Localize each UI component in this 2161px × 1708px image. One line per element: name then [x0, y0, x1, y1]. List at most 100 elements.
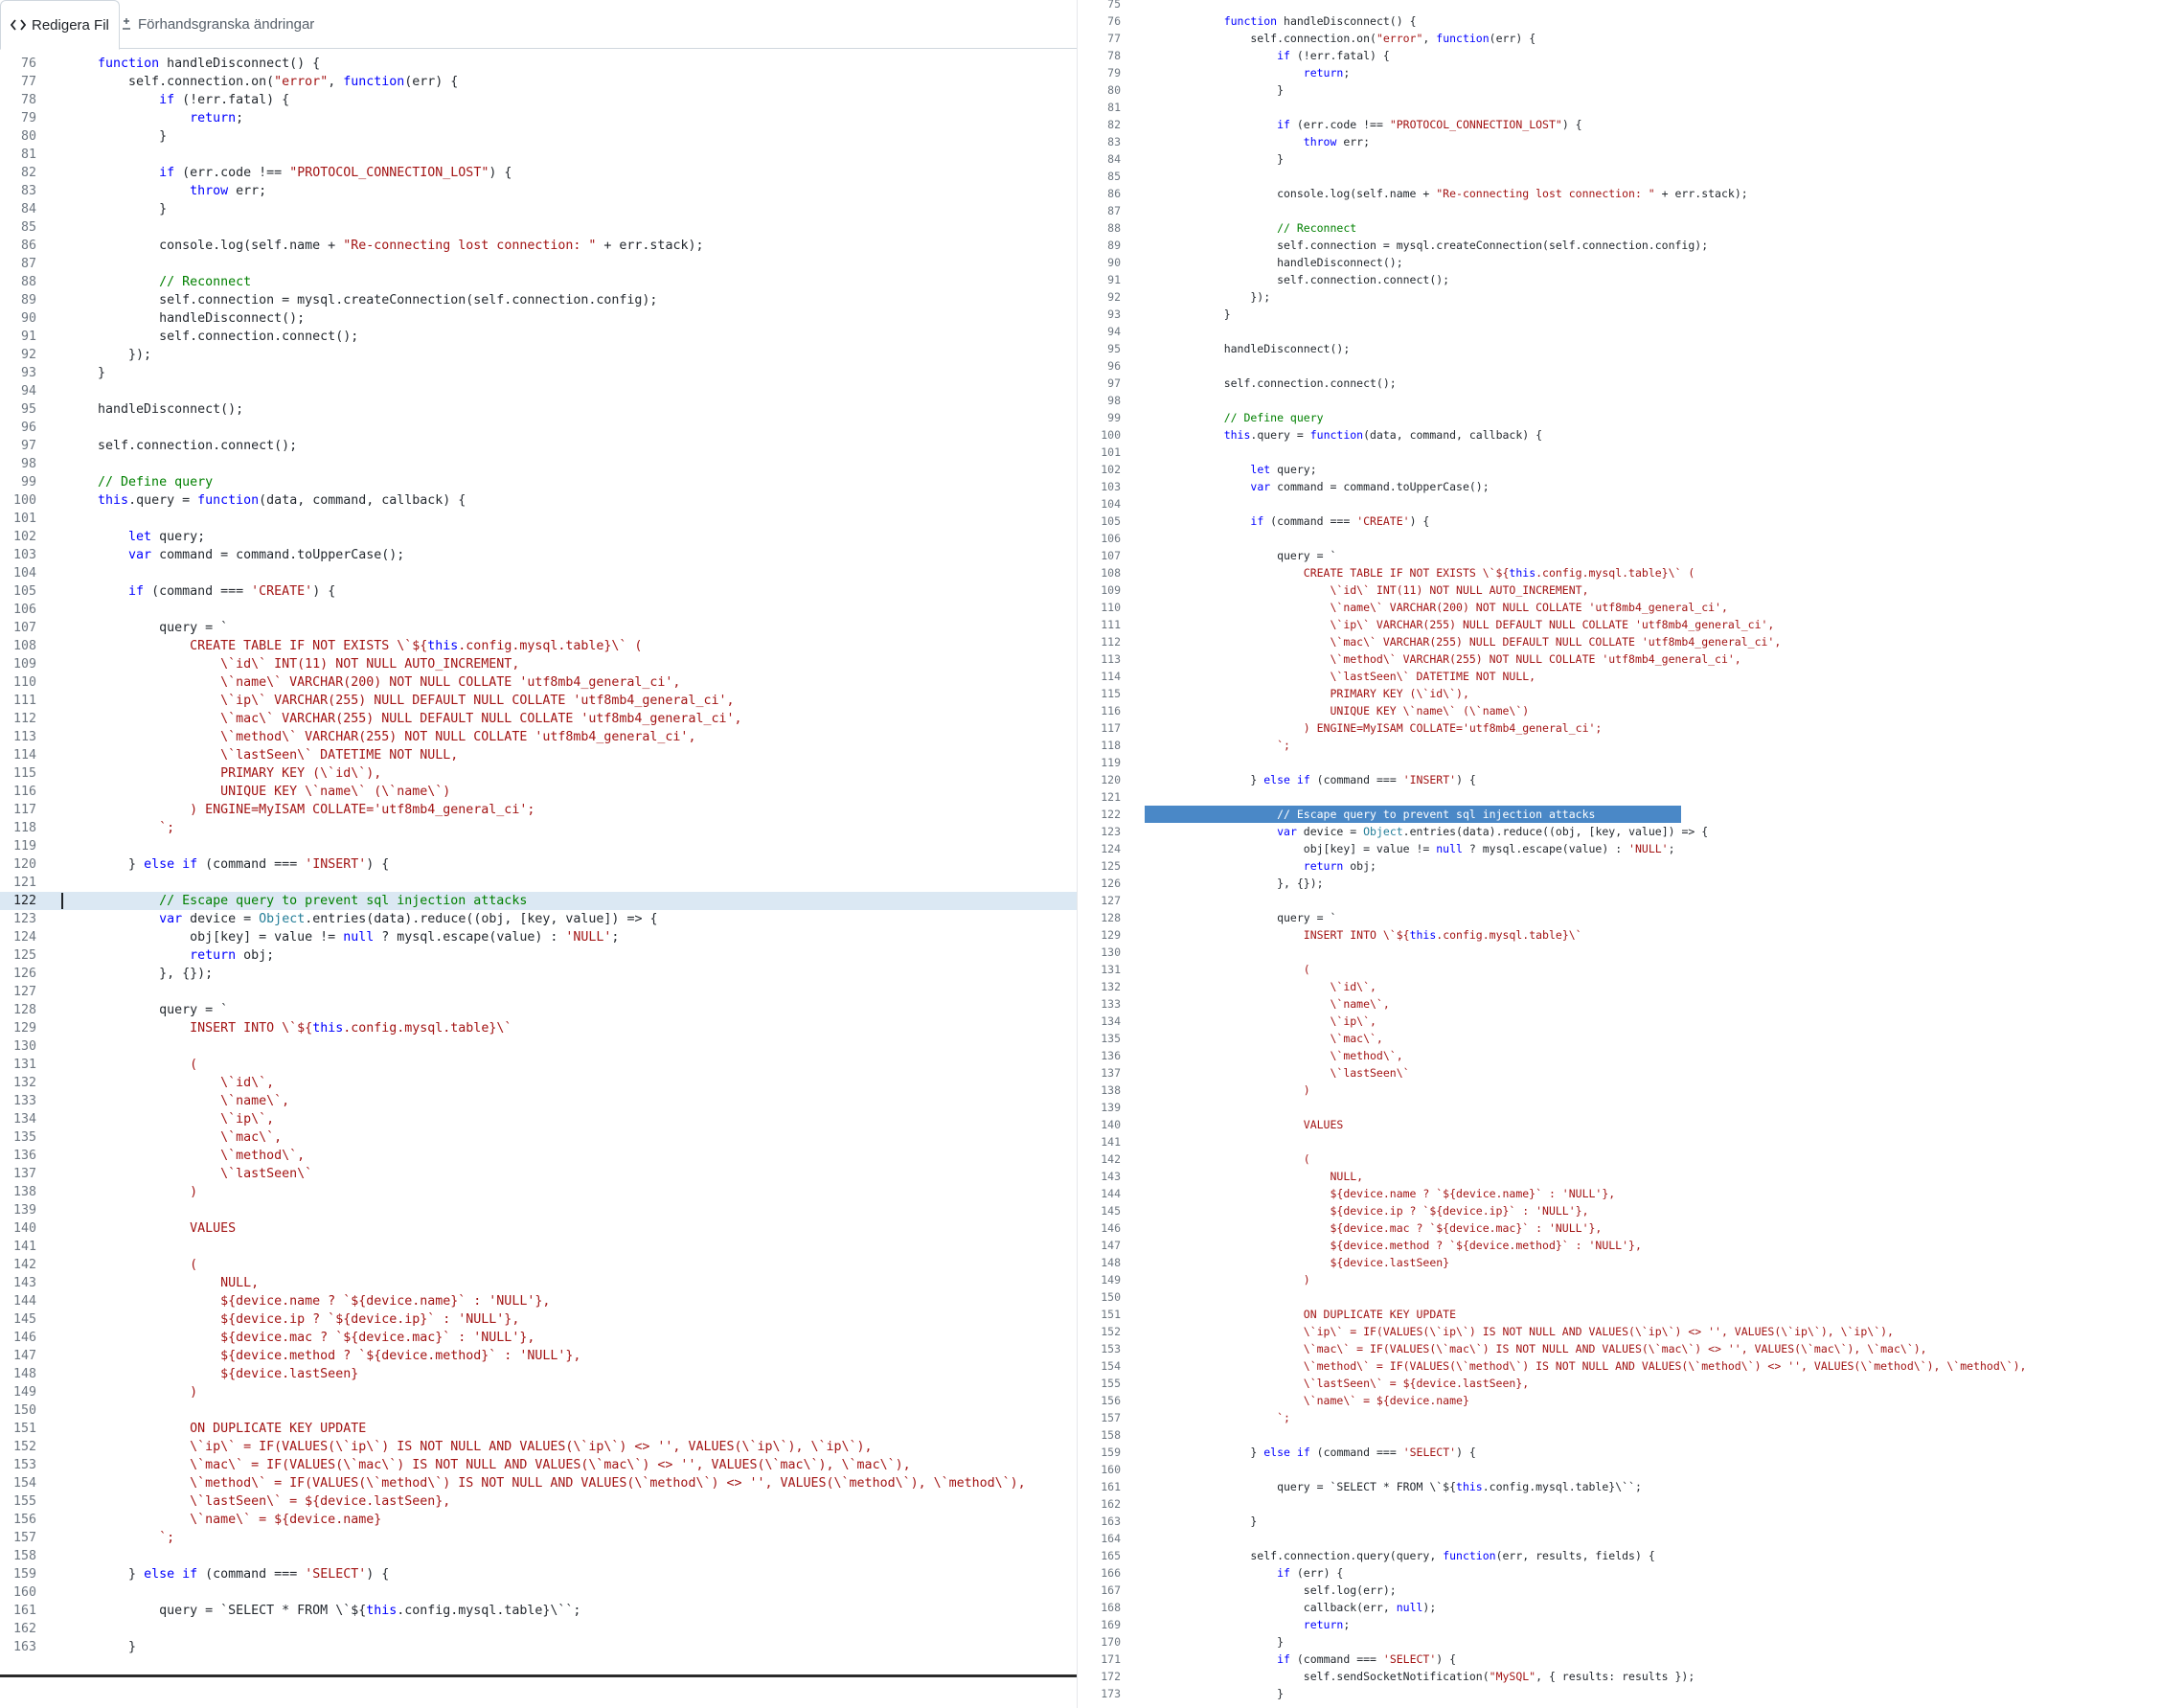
preview-line[interactable]: 136 \`method\`,	[1080, 1047, 2161, 1064]
code-editor[interactable]: 74 var self = this;7576 function handleD…	[0, 49, 1077, 1674]
preview-line[interactable]: 152 \`ip\` = IF(VALUES(\`ip\`) IS NOT NU…	[1080, 1323, 2161, 1340]
code-line[interactable]: 158	[0, 1547, 1077, 1565]
preview-line[interactable]: 132 \`id\`,	[1080, 978, 2161, 995]
preview-line[interactable]: 131 (	[1080, 961, 2161, 978]
code-line[interactable]: 76 function handleDisconnect() {	[0, 55, 1077, 73]
code-line[interactable]: 132 \`id\`,	[0, 1074, 1077, 1092]
tab-preview-changes[interactable]: Förhandsgranska ändringar	[121, 0, 314, 48]
preview-line[interactable]: 81	[1080, 99, 2161, 116]
preview-line[interactable]: 108 CREATE TABLE IF NOT EXISTS \`${this.…	[1080, 564, 2161, 581]
code-line[interactable]: 123 var device = Object.entries(data).re…	[0, 910, 1077, 928]
code-line[interactable]: 82 if (err.code !== "PROTOCOL_CONNECTION…	[0, 164, 1077, 182]
preview-line[interactable]: 101	[1080, 444, 2161, 461]
code-line[interactable]: 163 }	[0, 1638, 1077, 1656]
code-line[interactable]: 141	[0, 1238, 1077, 1256]
code-line[interactable]: 149 )	[0, 1383, 1077, 1401]
code-line[interactable]: 138 )	[0, 1183, 1077, 1201]
preview-line[interactable]: 106	[1080, 530, 2161, 547]
preview-line[interactable]: 144 ${device.name ? `${device.name}` : '…	[1080, 1185, 2161, 1202]
code-line[interactable]: 113 \`method\` VARCHAR(255) NOT NULL COL…	[0, 728, 1077, 746]
tab-edit-file[interactable]: Redigera Fil	[0, 0, 120, 50]
code-line[interactable]: 128 query = `	[0, 1001, 1077, 1019]
preview-line[interactable]: 123 var device = Object.entries(data).re…	[1080, 823, 2161, 840]
preview-line[interactable]: 128 query = `	[1080, 909, 2161, 926]
code-line[interactable]: 100 this.query = function(data, command,…	[0, 491, 1077, 510]
preview-line[interactable]: 167 self.log(err);	[1080, 1582, 2161, 1599]
preview-line[interactable]: 166 if (err) {	[1080, 1564, 2161, 1582]
preview-line[interactable]: 124 obj[key] = value != null ? mysql.esc…	[1080, 840, 2161, 857]
code-line[interactable]: 107 query = `	[0, 619, 1077, 637]
code-line[interactable]: 153 \`mac\` = IF(VALUES(\`mac\`) IS NOT …	[0, 1456, 1077, 1474]
code-line[interactable]: 115 PRIMARY KEY (\`id\`),	[0, 764, 1077, 783]
code-line[interactable]: 110 \`name\` VARCHAR(200) NOT NULL COLLA…	[0, 673, 1077, 692]
code-line[interactable]: 120 } else if (command === 'INSERT') {	[0, 855, 1077, 874]
code-line[interactable]: 135 \`mac\`,	[0, 1128, 1077, 1147]
preview-line[interactable]: 139	[1080, 1099, 2161, 1116]
preview-line[interactable]: 104	[1080, 495, 2161, 512]
code-line[interactable]: 84 }	[0, 200, 1077, 218]
code-line[interactable]: 80 }	[0, 127, 1077, 146]
preview-line[interactable]: 116 UNIQUE KEY \`name\` (\`name\`)	[1080, 702, 2161, 719]
code-line[interactable]: 102 let query;	[0, 528, 1077, 546]
code-line[interactable]: 86 console.log(self.name + "Re-connectin…	[0, 237, 1077, 255]
preview-line[interactable]: 93 }	[1080, 306, 2161, 323]
code-line[interactable]: 145 ${device.ip ? `${device.ip}` : 'NULL…	[0, 1310, 1077, 1329]
code-line[interactable]: 116 UNIQUE KEY \`name\` (\`name\`)	[0, 783, 1077, 801]
preview-line[interactable]: 119	[1080, 754, 2161, 771]
preview-line[interactable]: 109 \`id\` INT(11) NOT NULL AUTO_INCREME…	[1080, 581, 2161, 599]
preview-line[interactable]: 87	[1080, 202, 2161, 219]
preview-line[interactable]: 157 `;	[1080, 1409, 2161, 1426]
code-line[interactable]: 103 var command = command.toUpperCase();	[0, 546, 1077, 564]
code-line[interactable]: 131 (	[0, 1056, 1077, 1074]
preview-line[interactable]: 151 ON DUPLICATE KEY UPDATE	[1080, 1306, 2161, 1323]
preview-line[interactable]: 107 query = `	[1080, 547, 2161, 564]
code-line[interactable]: 93 }	[0, 364, 1077, 382]
preview-line[interactable]: 91 self.connection.connect();	[1080, 271, 2161, 288]
code-line[interactable]: 152 \`ip\` = IF(VALUES(\`ip\`) IS NOT NU…	[0, 1438, 1077, 1456]
code-line[interactable]: 87	[0, 255, 1077, 273]
code-line[interactable]: 136 \`method\`,	[0, 1147, 1077, 1165]
preview-line[interactable]: 77 self.connection.on("error", function(…	[1080, 30, 2161, 47]
code-line[interactable]: 125 return obj;	[0, 946, 1077, 965]
preview-line[interactable]: 129 INSERT INTO \`${this.config.mysql.ta…	[1080, 926, 2161, 944]
preview-line[interactable]: 94	[1080, 323, 2161, 340]
preview-line[interactable]: 83 throw err;	[1080, 133, 2161, 150]
code-line[interactable]: 98	[0, 455, 1077, 473]
code-line[interactable]: 104	[0, 564, 1077, 582]
code-line[interactable]: 130	[0, 1037, 1077, 1056]
code-line[interactable]: 146 ${device.mac ? `${device.mac}` : 'NU…	[0, 1329, 1077, 1347]
code-line[interactable]: 99 // Define query	[0, 473, 1077, 491]
editor-pane[interactable]: Redigera Fil Förhandsgranska ändringar 7…	[0, 0, 1077, 1708]
preview-line[interactable]: 96	[1080, 357, 2161, 375]
preview-line[interactable]: 138 )	[1080, 1082, 2161, 1099]
code-line[interactable]: 134 \`ip\`,	[0, 1110, 1077, 1128]
code-line[interactable]: 78 if (!err.fatal) {	[0, 91, 1077, 109]
code-line[interactable]: 160	[0, 1583, 1077, 1602]
preview-line[interactable]: 114 \`lastSeen\` DATETIME NOT NULL,	[1080, 668, 2161, 685]
code-line[interactable]: 140 VALUES	[0, 1219, 1077, 1238]
code-line[interactable]: 154 \`method\` = IF(VALUES(\`method\`) I…	[0, 1474, 1077, 1492]
code-line[interactable]: 101	[0, 510, 1077, 528]
code-line[interactable]: 150	[0, 1401, 1077, 1420]
preview-line[interactable]: 85	[1080, 168, 2161, 185]
preview-line[interactable]: 150	[1080, 1288, 2161, 1306]
preview-line[interactable]: 125 return obj;	[1080, 857, 2161, 875]
preview-line[interactable]: 98	[1080, 392, 2161, 409]
preview-line[interactable]: 86 console.log(self.name + "Re-connectin…	[1080, 185, 2161, 202]
preview-line[interactable]: 135 \`mac\`,	[1080, 1030, 2161, 1047]
preview-line[interactable]: 121	[1080, 788, 2161, 806]
code-line[interactable]: 155 \`lastSeen\` = ${device.lastSeen},	[0, 1492, 1077, 1511]
preview-line[interactable]: 75	[1080, 0, 2161, 12]
code-line[interactable]: 148 ${device.lastSeen}	[0, 1365, 1077, 1383]
preview-line[interactable]: 171 if (command === 'SELECT') {	[1080, 1651, 2161, 1668]
preview-line[interactable]: 115 PRIMARY KEY (\`id\`),	[1080, 685, 2161, 702]
preview-line[interactable]: 154 \`method\` = IF(VALUES(\`method\`) I…	[1080, 1357, 2161, 1375]
preview-line[interactable]: 82 if (err.code !== "PROTOCOL_CONNECTION…	[1080, 116, 2161, 133]
preview-line[interactable]: 145 ${device.ip ? `${device.ip}` : 'NULL…	[1080, 1202, 2161, 1219]
preview-line[interactable]: 148 ${device.lastSeen}	[1080, 1254, 2161, 1271]
preview-line[interactable]: 147 ${device.method ? `${device.method}`…	[1080, 1237, 2161, 1254]
preview-line[interactable]: 122 // Escape query to prevent sql injec…	[1080, 806, 2161, 823]
code-line[interactable]: 159 } else if (command === 'SELECT') {	[0, 1565, 1077, 1583]
code-line[interactable]: 137 \`lastSeen\`	[0, 1165, 1077, 1183]
preview-line[interactable]: 95 handleDisconnect();	[1080, 340, 2161, 357]
